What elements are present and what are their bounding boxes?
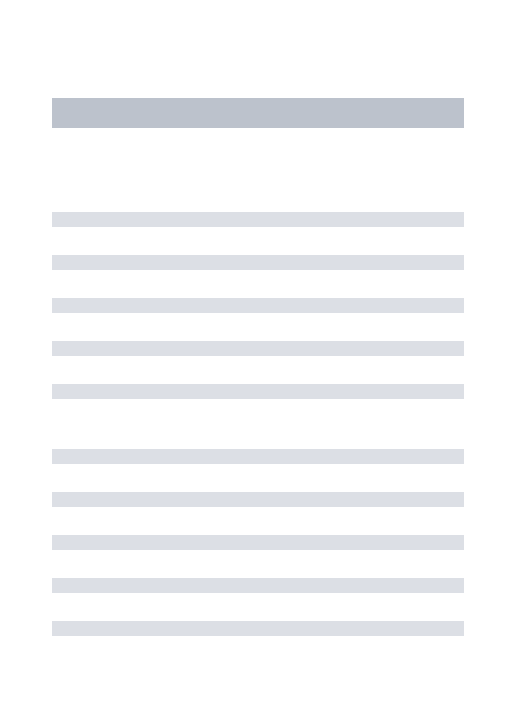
skeleton-line-group-2 <box>52 449 464 636</box>
skeleton-line <box>52 621 464 636</box>
skeleton-line <box>52 384 464 399</box>
skeleton-line <box>52 341 464 356</box>
skeleton-line <box>52 535 464 550</box>
skeleton-line <box>52 212 464 227</box>
skeleton-line <box>52 492 464 507</box>
skeleton-line <box>52 298 464 313</box>
skeleton-line <box>52 449 464 464</box>
skeleton-line-group-1 <box>52 212 464 399</box>
skeleton-line <box>52 578 464 593</box>
skeleton-line <box>52 255 464 270</box>
skeleton-container <box>0 0 516 636</box>
skeleton-header-bar <box>52 98 464 128</box>
